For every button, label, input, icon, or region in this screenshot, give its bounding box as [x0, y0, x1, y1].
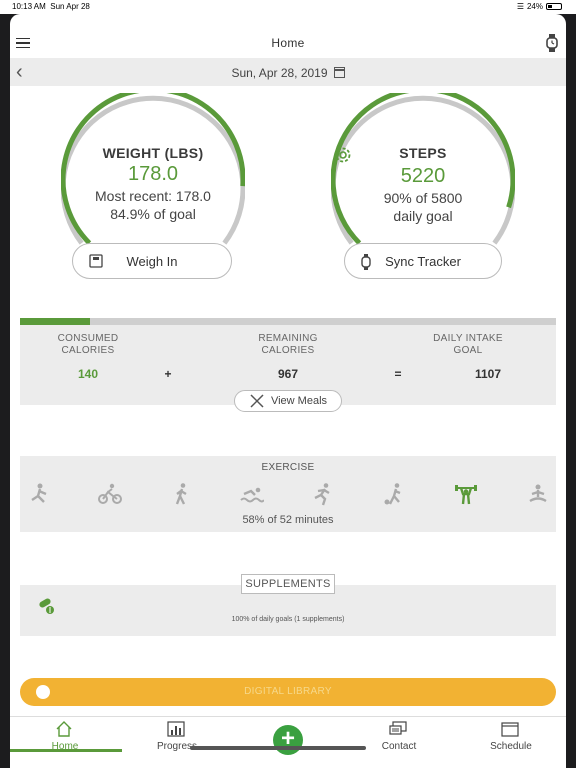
watch-icon[interactable] [546, 34, 558, 52]
wifi-icon: ☰ [516, 2, 524, 11]
weight-recent: Most recent: 178.0 [95, 188, 211, 204]
date-label: Sun, Apr 28, 2019 [231, 66, 328, 80]
weigh-in-button[interactable]: Weigh In [72, 243, 232, 279]
consumed-value: 140 [77, 367, 99, 381]
weight-value: 178.0 [127, 163, 179, 185]
home-icon [56, 721, 72, 737]
weight-goal: 84.9% of goal [110, 206, 196, 222]
supplements-summary: 100% of daily goals (1 supplements) [231, 616, 345, 623]
weight-dial: WEIGHT (LBS) 178.0 Most recent: 178.0 84… [61, 93, 245, 263]
app-header: Home [10, 14, 566, 58]
digital-library-button[interactable]: DIGITAL LIBRARY [20, 678, 556, 706]
exercise-panel: EXERCISE 58% of 52 minutes [20, 456, 556, 532]
status-time: 10:13 AM Sun Apr 28 [12, 2, 90, 11]
calorie-progress-bar [20, 318, 556, 325]
running-icon[interactable] [310, 482, 334, 506]
goal-value: 1107 [474, 367, 502, 381]
scale-icon [89, 254, 103, 268]
walking-icon[interactable] [170, 482, 194, 506]
supplements-label: SUPPLEMENTS [241, 574, 335, 594]
calorie-progress-fill [20, 318, 90, 325]
tab-progress[interactable]: Progress [122, 721, 232, 757]
plus-sign: + [164, 367, 172, 381]
view-meals-button[interactable]: View Meals [234, 390, 342, 412]
goal-label: DAILY INTAKE GOAL [433, 333, 503, 356]
exercise-label: EXERCISE [261, 462, 315, 473]
remaining-value: 967 [277, 367, 299, 381]
steps-goal-line2: daily goal [393, 208, 453, 224]
equals-sign: = [394, 367, 402, 381]
remaining-label: REMAINING CALORIES [258, 333, 318, 356]
chat-icon [389, 721, 407, 735]
calendar-icon[interactable] [333, 67, 345, 78]
weightlifting-icon[interactable] [454, 482, 478, 506]
tab-schedule[interactable]: Schedule [456, 721, 566, 757]
sync-tracker-label: Sync Tracker [385, 253, 461, 269]
steps-dial: STEPS 5220 90% of 5800 daily goal [331, 93, 515, 263]
home-indicator [190, 746, 366, 750]
app-frame: Home ‹ Sun, Apr 28, 2019 WEIGHT (LBS) 17… [10, 14, 566, 768]
weigh-in-label: Weigh In [126, 253, 178, 269]
battery-icon [546, 3, 562, 10]
date-selector[interactable]: Sun, Apr 28, 2019 [10, 66, 566, 80]
tab-schedule-label: Schedule [490, 741, 532, 752]
steps-title-row: STEPS [331, 145, 515, 163]
strength-icon[interactable] [28, 482, 52, 506]
sports-icon[interactable] [382, 482, 406, 506]
swimming-icon[interactable] [240, 482, 264, 506]
steps-value: 5220 [400, 165, 446, 187]
pill-icon[interactable] [38, 597, 56, 615]
tab-bar: Home Progress + Contact Schedule [10, 716, 566, 768]
add-button[interactable]: + [273, 725, 303, 755]
steps-title: STEPS [399, 145, 447, 161]
steps-goal-line1: 90% of 5800 [383, 190, 463, 206]
tab-contact[interactable]: Contact [344, 721, 454, 757]
consumed-label: CONSUMED CALORIES [57, 333, 119, 356]
status-right: ☰ 24% [517, 2, 562, 11]
battery-percent: 24% [526, 2, 543, 11]
cycling-icon[interactable] [98, 482, 122, 506]
gear-icon[interactable] [333, 145, 353, 165]
exercise-summary: 58% of 52 minutes [242, 514, 334, 526]
active-tab-indicator [10, 749, 122, 752]
utensils-icon [250, 394, 264, 408]
watch-icon [361, 254, 371, 270]
view-meals-label: View Meals [270, 395, 328, 407]
weight-title: WEIGHT (LBS) [102, 145, 204, 161]
sync-tracker-button[interactable]: Sync Tracker [344, 243, 502, 279]
status-bar: 10:13 AM Sun Apr 28 ☰ 24% [0, 0, 576, 14]
calendar-icon [501, 722, 519, 737]
chart-icon [167, 721, 185, 737]
digital-library-label: DIGITAL LIBRARY [244, 686, 332, 697]
yoga-icon[interactable] [526, 482, 550, 506]
date-bar: ‹ Sun, Apr 28, 2019 [10, 58, 566, 86]
page-title: Home [271, 36, 305, 50]
